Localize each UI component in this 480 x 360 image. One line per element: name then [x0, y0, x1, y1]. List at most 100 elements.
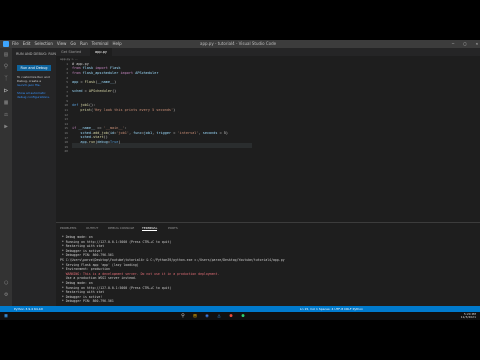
code-token: Flask — [109, 66, 121, 71]
show-debug-configurations-link[interactable]: debug configurations. — [17, 95, 53, 99]
account-icon[interactable]: ◯ — [3, 280, 9, 286]
terminal-line: * Running on http://127.0.0.1:5000 (Pres… — [60, 285, 172, 290]
code-line[interactable]: print('Hey look this prints every 5 seco… — [72, 108, 175, 112]
code-editor[interactable]: 1 2 3 4 5 6 7 8 9 10 11 12 13 14 15 16 17 18 19 20 # app.py f… — [56, 60, 480, 153]
code-line[interactable]: sched = APScheduler() — [72, 89, 116, 93]
code-token: start — [93, 135, 104, 140]
terminal-line: * Restarting with stat — [60, 290, 105, 295]
app-icon[interactable]: ● — [240, 313, 246, 319]
menu-item-view[interactable]: View — [57, 41, 67, 46]
tab-get-started[interactable]: Get Started — [56, 48, 86, 56]
code-token: func — [133, 130, 142, 135]
windows-start-icon[interactable]: ▦ — [3, 313, 9, 319]
tab-ports[interactable]: PORTS — [168, 226, 178, 230]
code-token: import — [95, 66, 110, 71]
gear-icon[interactable]: ⚙ — [3, 292, 9, 298]
code-token: job1 — [143, 130, 153, 135]
terminal-line: * Debug mode: on — [60, 235, 93, 239]
line-number: 13 — [64, 117, 68, 122]
testing-icon[interactable]: ⚖ — [3, 112, 9, 118]
cursor-position-status[interactable]: Ln 15, Col 1 Spaces: 4 UTF-8 CRLF Python — [300, 307, 363, 311]
line-number: 18 — [64, 140, 68, 145]
code-line[interactable]: sched.add_job(id='job1', func=job1, trig… — [72, 131, 228, 135]
code-token: job1 — [80, 103, 89, 107]
tab-app-py[interactable]: app.py — [90, 48, 112, 56]
menu-bar: File Edit Selection View Go Run Terminal Help — [12, 41, 126, 46]
menu-item-selection[interactable]: Selection — [34, 41, 52, 46]
taskbar-clock[interactable]: 5:20 PM 11/3/2021 — [461, 313, 476, 319]
code-token: () — [112, 89, 117, 94]
explorer-icon[interactable]: ▤ — [3, 52, 9, 58]
tab-debug-console[interactable]: DEBUG CONSOLE — [108, 226, 134, 230]
run-debug-sidebar: RUN AND DEBUG: RUN Run and Debug To cust… — [12, 48, 56, 306]
sidebar-title: RUN AND DEBUG: RUN — [16, 52, 57, 56]
terminal-line: * Debug mode: on — [60, 281, 93, 285]
line-number: 12 — [64, 112, 68, 117]
code-token: ) — [118, 139, 121, 144]
line-number: 14 — [64, 121, 68, 126]
tab-terminal[interactable]: TERMINAL — [142, 226, 158, 231]
code-token: __name__ — [78, 126, 98, 130]
menu-item-help[interactable]: Help — [113, 41, 122, 46]
code-line[interactable]: from flask import Flask — [72, 66, 121, 70]
code-token: ) — [173, 107, 176, 112]
code-line[interactable]: app = Flask(__name__) — [72, 80, 116, 84]
menu-item-run[interactable]: Run — [80, 41, 88, 46]
code-line[interactable]: app.run(debug=True) — [72, 139, 121, 144]
python-interpreter-status[interactable]: Python 3.9.4 64-bit — [14, 307, 43, 311]
line-number: 11 — [64, 108, 68, 112]
menu-item-edit[interactable]: Edit — [23, 41, 31, 46]
code-line[interactable]: if __name__ == '__main__': — [72, 126, 127, 130]
clock-date: 11/3/2021 — [460, 315, 476, 319]
close-icon[interactable]: ✕ — [476, 41, 478, 46]
code-token: trigger — [156, 130, 174, 135]
code-token: Flask — [84, 80, 96, 84]
chrome-icon[interactable]: ◉ — [204, 313, 210, 319]
minimize-icon[interactable]: — — [452, 41, 454, 46]
code-token: '__main__' — [103, 126, 125, 130]
line-number: 1 — [66, 62, 68, 66]
code-token: sched — [72, 135, 91, 140]
maximize-icon[interactable]: □ — [464, 41, 466, 46]
tab-output[interactable]: OUTPUT — [86, 226, 98, 230]
code-token: flask_apscheduler — [82, 70, 121, 75]
code-token: = 5) — [219, 130, 229, 135]
code-line[interactable]: # app.py — [72, 62, 89, 66]
source-control-icon[interactable]: ᛉ — [3, 76, 9, 82]
code-token: flask — [82, 66, 96, 71]
vscode-icon[interactable]: △ — [216, 313, 222, 319]
line-number: 10 — [64, 103, 68, 108]
window-controls: — □ ✕ — [445, 41, 478, 46]
line-number: 5 — [66, 80, 68, 85]
app-icon[interactable]: ● — [228, 313, 234, 319]
menu-item-terminal[interactable]: Terminal — [92, 41, 109, 46]
menu-item-file[interactable]: File — [12, 41, 19, 46]
code-line[interactable]: def job1(): — [72, 103, 95, 107]
line-number: 2 — [66, 66, 68, 71]
terminal-line: * Debugger PIN: 860-796-561 — [60, 299, 114, 304]
docker-icon[interactable]: ▶ — [3, 124, 9, 130]
code-line[interactable]: from flask_apscheduler import APSchedule… — [72, 71, 158, 75]
run-and-debug-button[interactable]: Run and Debug — [17, 65, 51, 71]
tab-problems[interactable]: PROBLEMS — [60, 226, 76, 230]
line-number: 7 — [66, 89, 68, 94]
code-token: 'Hey look this prints every 5 seconds' — [93, 107, 174, 112]
code-token: APScheduler — [135, 70, 159, 75]
terminal-line: * Debugger is active! — [60, 248, 103, 253]
run-debug-icon[interactable]: ▷ — [3, 88, 9, 94]
search-icon[interactable]: ⚲ — [3, 64, 9, 70]
window-title: app.py - tutorial4 - Visual Studio Code — [200, 41, 277, 46]
search-icon[interactable]: ⚲ — [180, 313, 186, 319]
code-token: from — [72, 66, 83, 71]
extensions-icon[interactable]: ▦ — [3, 100, 9, 106]
line-number: 4 — [66, 75, 68, 80]
windows-taskbar: ▦ ⚲ ▤ ◉ △ ● ● 5:20 PM 11/3/2021 — [0, 312, 480, 320]
menu-item-go[interactable]: Go — [70, 41, 76, 46]
line-number: 3 — [66, 71, 68, 76]
code-line[interactable]: sched.start() — [72, 135, 107, 140]
create-launch-json-link[interactable]: launch.json file. — [17, 83, 53, 87]
terminal-line: * Debugger is active! — [60, 294, 103, 299]
terminal-line: * Serving Flask app 'app' (lazy loading) — [60, 262, 139, 267]
terminal-line: * Restarting with stat — [60, 244, 105, 249]
file-explorer-icon[interactable]: ▤ — [192, 313, 198, 319]
